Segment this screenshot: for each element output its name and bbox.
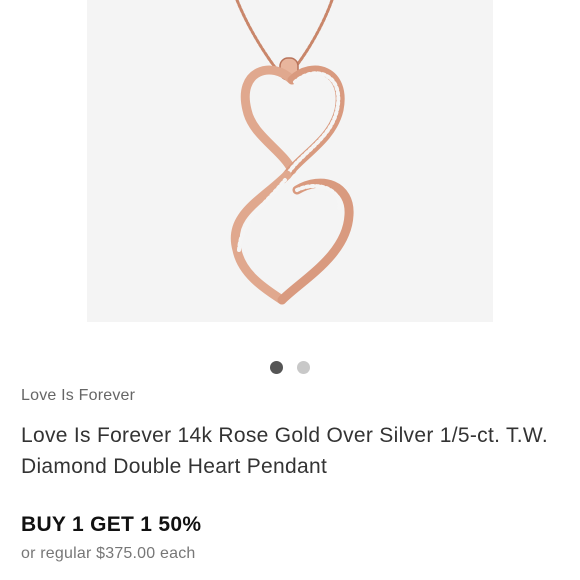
promo-text: BUY 1 GET 1 50%: [21, 513, 202, 536]
carousel-dot-1[interactable]: [270, 360, 283, 374]
pendant-illustration: [230, 0, 354, 305]
pendant-heart-lower: [230, 170, 354, 305]
regular-price: or regular $375.00 each: [21, 545, 196, 562]
pendant-heart-upper: [240, 65, 345, 180]
brand-name[interactable]: Love Is Forever: [21, 387, 135, 405]
carousel-dots: [0, 360, 580, 374]
carousel-dot-2[interactable]: [297, 360, 310, 374]
product-title: Love Is Forever 14k Rose Gold Over Silve…: [21, 424, 548, 478]
product-image[interactable]: [87, 0, 493, 322]
